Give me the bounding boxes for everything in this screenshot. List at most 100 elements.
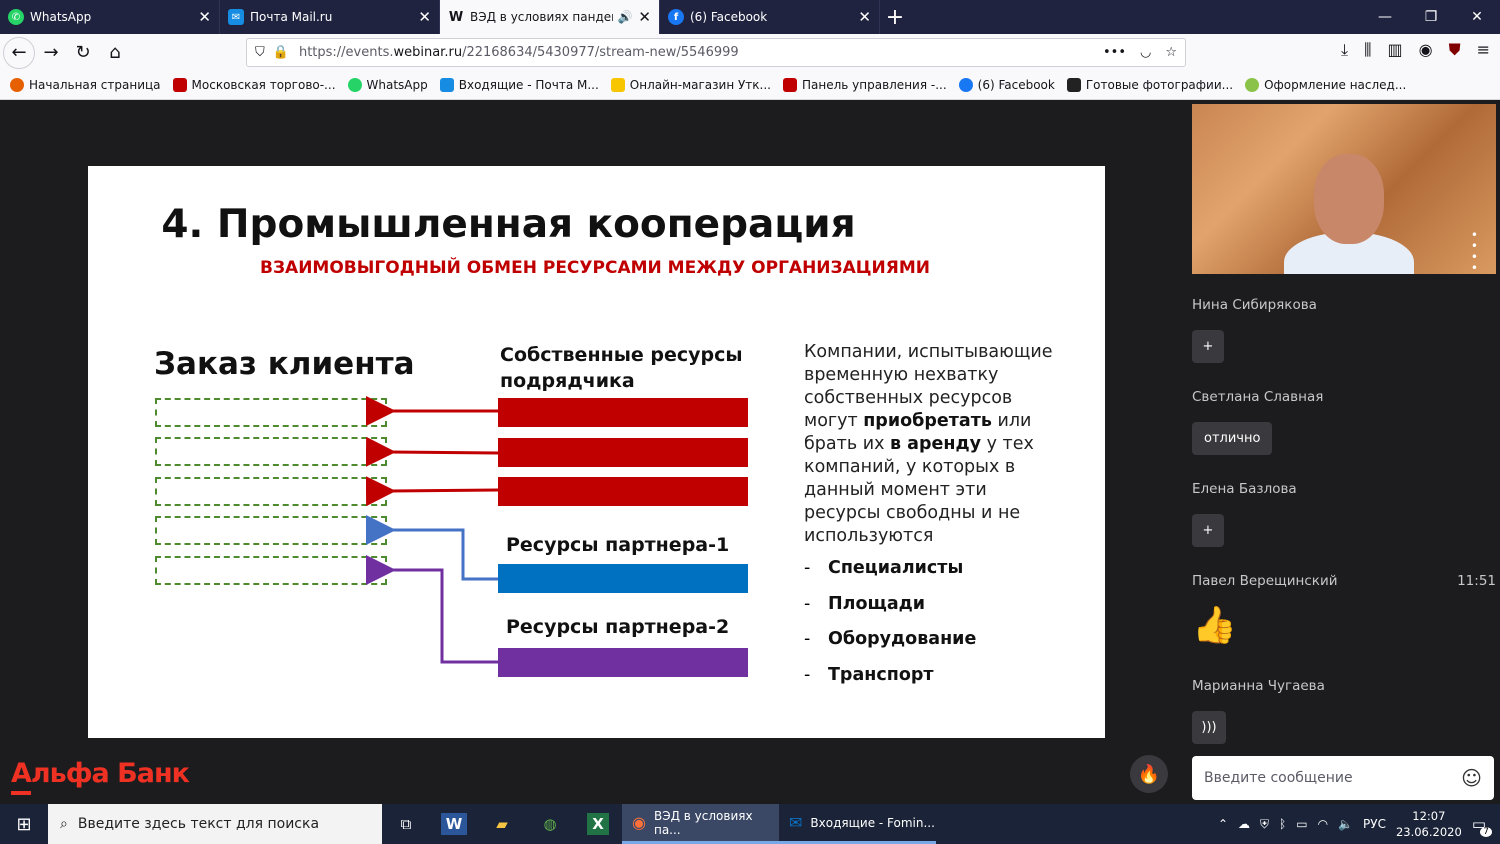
- tab-webinar[interactable]: W ВЭД в условиях пандемии 🔊 ✕: [440, 0, 660, 34]
- forward-button[interactable]: →: [35, 37, 67, 69]
- volume-icon[interactable]: 🔈: [1338, 817, 1353, 831]
- bookmark-item[interactable]: Московская торгово-...: [172, 78, 336, 92]
- desc-bold: в аренду: [890, 434, 982, 454]
- lock-icon[interactable]: 🔒: [273, 45, 289, 60]
- bookmark-item[interactable]: Готовые фотографии...: [1066, 78, 1233, 92]
- chat-time: 11:51: [1457, 573, 1496, 589]
- bookmark-item[interactable]: Начальная страница: [10, 78, 161, 92]
- list-item-text: Специалисты: [828, 558, 964, 578]
- wifi-icon[interactable]: ◠: [1318, 817, 1328, 831]
- bookmark-item[interactable]: Оформление наслед...: [1245, 78, 1406, 92]
- webinar-icon: W: [448, 9, 464, 25]
- list-item: - Оборудование: [804, 629, 976, 665]
- tab-bar: ✆ WhatsApp ✕ ✉ Почта Mail.ru ✕ W ВЭД в у…: [0, 0, 1500, 34]
- resource-list: - Специалисты - Площади - Оборудование - Тра…: [804, 558, 976, 700]
- slide-description: Компании, испытывающие временную нехватк…: [804, 341, 1064, 548]
- clock-date: 23.06.2020: [1395, 825, 1462, 839]
- bookmark-item[interactable]: (6) Facebook: [958, 78, 1055, 92]
- mtpp-icon: [172, 78, 187, 92]
- shield-icon[interactable]: ⛉: [255, 45, 265, 60]
- tab-title: ВЭД в условиях пандемии: [470, 10, 613, 24]
- notification-icon[interactable]: ▭ 7: [1472, 815, 1492, 837]
- toolbar-right: ⤓ ⫼ ▥ ◉ ⛊ ≡: [1341, 40, 1490, 60]
- search-icon: ⌕: [60, 816, 68, 832]
- chat-message: +: [1192, 330, 1224, 363]
- ublock-icon[interactable]: ⛊: [1449, 40, 1461, 60]
- message-input[interactable]: Введите сообщение ☺: [1192, 756, 1494, 800]
- home-button[interactable]: ⌂: [99, 37, 131, 69]
- bluetooth-icon[interactable]: ᛒ: [1279, 817, 1286, 831]
- windows-start-icon[interactable]: ⊞: [0, 804, 48, 844]
- language-indicator[interactable]: РУС: [1363, 817, 1386, 831]
- defender-icon[interactable]: ⛨: [1260, 817, 1269, 832]
- tab-whatsapp[interactable]: ✆ WhatsApp ✕: [0, 0, 220, 34]
- chat-author: Елена Базлова: [1192, 481, 1297, 497]
- bookmark-label: Входящие - Почта М...: [458, 78, 599, 92]
- whatsapp-icon: ✆: [8, 9, 24, 25]
- close-icon[interactable]: ✕: [638, 8, 651, 26]
- url-prefix: https://events.: [298, 45, 394, 60]
- battery-icon[interactable]: ▭: [1296, 817, 1307, 831]
- taskbar-app-firefox[interactable]: ◉ ВЭД в условиях па...: [622, 804, 779, 844]
- bookmark-item[interactable]: Онлайн-магазин Утк...: [610, 78, 771, 92]
- star-icon[interactable]: ☆: [1165, 45, 1177, 60]
- back-button[interactable]: ←: [3, 36, 35, 69]
- arrow-red: [365, 476, 499, 507]
- url-bar[interactable]: ⛉ 🔒 https://events. webinar.ru/22168634/5…: [246, 38, 1186, 67]
- speaker-icon[interactable]: 🔊: [617, 10, 632, 24]
- mtpp-icon: [782, 78, 797, 92]
- taskbar-search[interactable]: ⌕ Введите здесь текст для поиска: [48, 804, 382, 844]
- account-icon[interactable]: ◉: [1419, 40, 1433, 60]
- restore-button[interactable]: ❐: [1408, 0, 1454, 34]
- tab-mail[interactable]: ✉ Почта Mail.ru ✕: [220, 0, 440, 34]
- close-icon[interactable]: ✕: [418, 8, 431, 26]
- minimize-button[interactable]: —: [1362, 0, 1408, 34]
- bookmark-item[interactable]: Панель управления -...: [782, 78, 947, 92]
- chevron-up-icon[interactable]: ⌃: [1218, 817, 1228, 831]
- list-item: - Специалисты: [804, 558, 976, 594]
- close-window-button[interactable]: ✕: [1454, 0, 1500, 34]
- pocket-icon[interactable]: ◡: [1140, 45, 1151, 60]
- firefox-icon: [10, 78, 24, 92]
- clock[interactable]: 12:07 23.06.2020: [1396, 808, 1462, 840]
- explorer-icon[interactable]: ▰: [478, 804, 526, 844]
- excel-icon[interactable]: X: [574, 804, 622, 844]
- maps-icon[interactable]: ◍: [526, 804, 574, 844]
- desc-bold: приобретать: [863, 411, 992, 431]
- flame-icon[interactable]: 🔥: [1130, 755, 1168, 793]
- new-tab-button[interactable]: +: [880, 0, 910, 34]
- app-label: ВЭД в условиях па...: [653, 808, 753, 837]
- reload-button[interactable]: ↻: [67, 37, 99, 69]
- word-icon[interactable]: W: [430, 804, 478, 844]
- sidebar-icon[interactable]: ▥: [1387, 40, 1402, 60]
- menu-icon[interactable]: ≡: [1477, 40, 1490, 60]
- bookmark-label: (6) Facebook: [977, 78, 1055, 92]
- presentation-slide: 4. Промышленная кооперация ВЗАИМОВЫГОДНЫ…: [88, 166, 1105, 738]
- more-icon[interactable]: •••: [1103, 45, 1126, 60]
- notification-count: 7: [1480, 827, 1492, 837]
- close-icon[interactable]: ✕: [858, 8, 871, 26]
- message-placeholder: Введите сообщение: [1204, 770, 1353, 786]
- list-item: - Площади: [804, 594, 976, 630]
- task-view-icon[interactable]: ⧉: [382, 804, 430, 844]
- tab-facebook[interactable]: f (6) Facebook ✕: [660, 0, 880, 34]
- bookmark-item[interactable]: Входящие - Почта М...: [439, 78, 599, 92]
- onedrive-icon[interactable]: ☁: [1238, 817, 1250, 831]
- facebook-icon: [958, 78, 973, 92]
- more-vertical-icon[interactable]: • • • •: [1471, 229, 1478, 274]
- system-tray: ⌃ ☁ ⛨ ᛒ ▭ ◠ 🔈 РУС 12:07 23.06.2020 ▭ 7: [1218, 804, 1500, 844]
- chat-message: отлично: [1192, 422, 1273, 455]
- bookmark-item[interactable]: WhatsApp: [347, 78, 428, 92]
- library-icon[interactable]: ⫼: [1364, 40, 1371, 60]
- download-icon[interactable]: ⤓: [1341, 40, 1348, 60]
- bookmark-label: Онлайн-магазин Утк...: [629, 78, 771, 92]
- bookmark-label: Московская торгово-...: [191, 78, 336, 92]
- emoji-icon[interactable]: ☺: [1461, 766, 1482, 790]
- video-face: [1314, 154, 1384, 244]
- close-icon[interactable]: ✕: [198, 8, 211, 26]
- arrow-blue: [366, 515, 498, 581]
- mail-icon: ✉: [228, 9, 244, 25]
- speaker-video[interactable]: • • • •: [1192, 104, 1496, 274]
- taskbar-app-outlook[interactable]: ✉ Входящие - Fomin...: [779, 804, 936, 844]
- url-path: /22168634/5430977/stream-new/5546999: [462, 45, 739, 60]
